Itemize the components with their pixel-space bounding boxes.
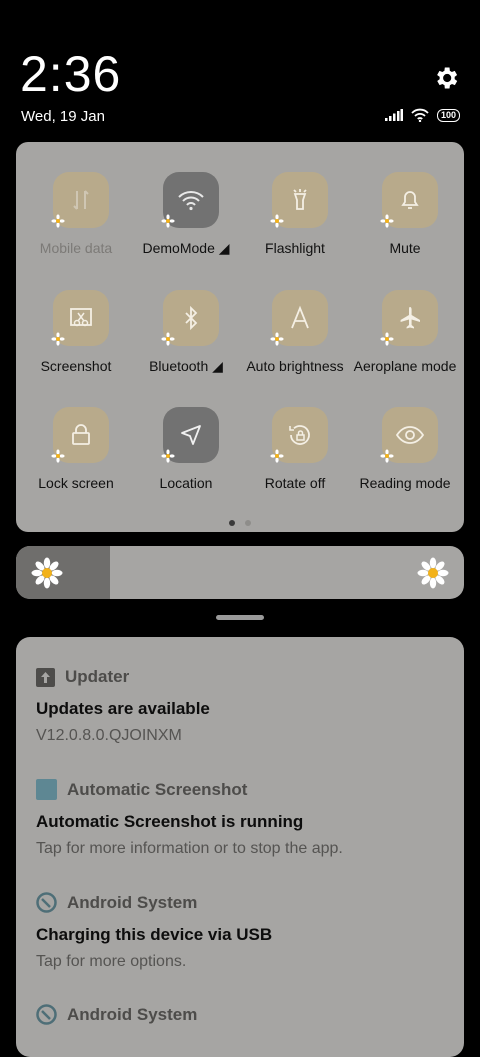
daisy-badge-icon [380, 332, 394, 346]
tile-label: Lock screen [38, 475, 114, 491]
eye-icon [395, 424, 425, 446]
bluetooth-icon [179, 305, 203, 331]
brightness-high-icon [417, 557, 449, 589]
daisy-badge-icon [161, 214, 175, 228]
notification-title: Automatic Screenshot is running [36, 812, 304, 831]
tile-label: Bluetooth ◢ [149, 358, 223, 374]
daisy-badge-icon [51, 449, 65, 463]
notification-updater[interactable]: Updater Updates are available V12.0.8.0.… [36, 667, 456, 745]
screenshot-icon [67, 305, 95, 331]
daisy-badge-icon [270, 449, 284, 463]
tile-label: Reading mode [359, 475, 451, 491]
brightness-low-icon [31, 557, 63, 589]
drag-handle[interactable] [216, 615, 264, 620]
tile-flashlight[interactable]: Flashlight [240, 142, 350, 256]
settings-gear-icon[interactable] [432, 64, 460, 92]
date: Wed, 19 Jan [21, 108, 105, 125]
tile-label: Aeroplane mode [353, 358, 457, 374]
daisy-badge-icon [380, 214, 394, 228]
battery-icon: 100 [436, 108, 460, 122]
tile-label: Location [159, 475, 213, 491]
tile-reading-mode[interactable]: Reading mode [350, 377, 460, 491]
tile-label: Screenshot [40, 358, 112, 374]
tile-label: Mute [389, 240, 421, 256]
status-icons: 100 [384, 108, 460, 122]
signal-icon [384, 109, 403, 121]
page-dot-2 [245, 520, 251, 526]
mobile-data-icon [68, 187, 94, 213]
tile-label: Flashlight [265, 240, 325, 256]
quick-settings-panel: Mobile data DemoMode ◢ Flashlight Mute Scree… [16, 142, 464, 532]
notification-android-system-2[interactable]: Android System [36, 1004, 456, 1025]
updater-arrow-icon [36, 667, 55, 687]
notification-app-name: Android System [67, 1004, 198, 1024]
tile-mobile-data[interactable]: Mobile data [21, 142, 131, 256]
clock: 2:36 [20, 46, 122, 102]
tile-label: Rotate off [264, 475, 326, 491]
tile-label: DemoMode ◢ [142, 240, 230, 256]
notification-app-name: Android System [67, 892, 198, 912]
tile-screenshot[interactable]: Screenshot [21, 260, 131, 374]
page-dot-1 [229, 520, 235, 526]
notification-text: V12.0.8.0.QJOINXM [36, 727, 182, 744]
notification-text: Tap for more options. [36, 953, 187, 970]
notification-title: Updates are available [36, 699, 210, 718]
letter-a-icon [287, 305, 313, 331]
brightness-slider[interactable] [16, 546, 464, 599]
screenshot-app-icon [36, 779, 57, 800]
location-arrow-icon [178, 422, 204, 448]
wifi-icon [177, 189, 205, 211]
notification-panel: Updater Updates are available V12.0.8.0.… [16, 637, 464, 1057]
notification-app-name: Automatic Screenshot [67, 779, 248, 799]
wifi-icon [411, 108, 429, 122]
tile-demomode[interactable]: DemoMode ◢ [131, 142, 241, 256]
notification-text: Tap for more information or to stop the … [36, 840, 343, 857]
lock-icon [68, 422, 94, 448]
tile-label: Mobile data [39, 240, 113, 256]
daisy-badge-icon [270, 214, 284, 228]
android-system-icon [36, 1004, 57, 1025]
rotate-lock-icon [286, 421, 314, 449]
notification-android-system-usb[interactable]: Android System Charging this device via … [36, 892, 456, 971]
tile-rotate-off[interactable]: Rotate off [240, 377, 350, 491]
bell-icon [397, 187, 423, 213]
flashlight-icon [287, 187, 313, 213]
aeroplane-icon [397, 305, 423, 331]
notification-app-name: Updater [65, 667, 130, 686]
daisy-badge-icon [161, 449, 175, 463]
tile-location[interactable]: Location [131, 377, 241, 491]
notification-title: Charging this device via USB [36, 925, 273, 944]
tile-lock-screen[interactable]: Lock screen [21, 377, 131, 491]
daisy-badge-icon [51, 332, 65, 346]
android-system-icon [36, 892, 57, 913]
tile-label: Auto brightness [246, 358, 344, 374]
daisy-badge-icon [270, 332, 284, 346]
daisy-badge-icon [380, 449, 394, 463]
daisy-badge-icon [161, 332, 175, 346]
tile-mute[interactable]: Mute [350, 142, 460, 256]
tile-auto-brightness[interactable]: Auto brightness [240, 260, 350, 374]
tile-bluetooth[interactable]: Bluetooth ◢ [131, 260, 241, 374]
tile-aeroplane-mode[interactable]: Aeroplane mode [350, 260, 460, 374]
daisy-badge-icon [51, 214, 65, 228]
page-indicator [229, 520, 251, 526]
notification-auto-screenshot[interactable]: Automatic Screenshot Automatic Screensho… [36, 779, 456, 858]
